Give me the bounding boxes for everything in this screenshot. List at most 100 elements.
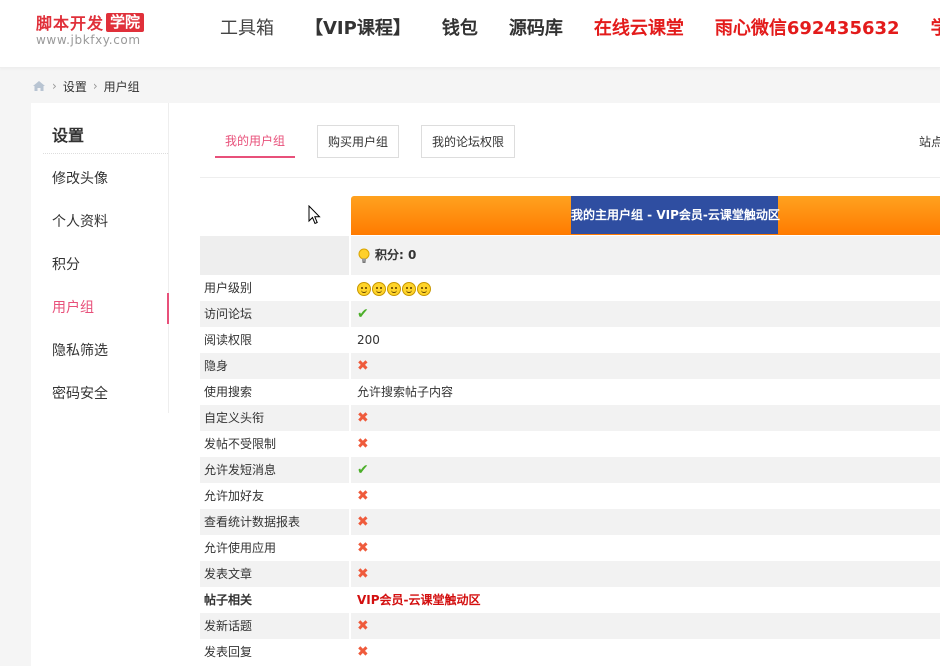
sidebar-item-5[interactable]: 密码安全	[43, 373, 168, 416]
row-value: ✖	[351, 405, 940, 431]
table-row: 允许发短消息 ✔	[200, 457, 940, 483]
tab-0[interactable]: 我的用户组	[215, 125, 296, 158]
tab-2[interactable]: 我的论坛权限	[421, 125, 516, 158]
points-text: 积分: 0	[375, 248, 417, 262]
sidebar-item-2[interactable]: 积分	[43, 244, 168, 287]
nav-item-4[interactable]: 在线云课堂	[594, 17, 684, 41]
cross-icon: ✖	[357, 540, 369, 556]
sidebar-item-1[interactable]: 个人资料	[43, 201, 168, 244]
nav-item-0[interactable]: 工具箱	[220, 17, 274, 41]
top-header: 脚本开发 学院 www.jbkfxy.com 工具箱 【VIP课程】 钱包 源码库 在线…	[0, 0, 940, 68]
sidebar-items: 修改头像 个人资料 积分 用户组 隐私筛选 密码安全	[43, 158, 169, 416]
points-label-cell	[200, 236, 349, 275]
sidebar-title: 设置	[43, 103, 168, 154]
table-row: 隐身 ✖	[200, 353, 940, 379]
breadcrumb-separator: ›	[52, 79, 57, 93]
logo-top: 脚本开发 学院	[36, 12, 145, 33]
sidebar-item-4[interactable]: 隐私筛选	[43, 330, 168, 373]
cross-icon: ✖	[357, 436, 369, 452]
row-label: 用户级别	[204, 281, 253, 295]
row-label: 帖子相关	[204, 593, 253, 607]
breadcrumb-usergroup[interactable]: 用户组	[104, 78, 140, 95]
table-row: 阅读权限 200	[200, 327, 940, 353]
row-label: 发表回复	[204, 645, 253, 659]
site-link[interactable]: 站点	[919, 133, 940, 150]
header-blank-cell	[200, 196, 349, 235]
logo-url: www.jbkfxy.com	[36, 33, 141, 47]
nav-item-1[interactable]: 【VIP课程】	[305, 17, 411, 41]
nav-item-3[interactable]: 源码库	[509, 17, 563, 41]
row-value: 200	[357, 333, 380, 347]
row-label: 隐身	[200, 353, 349, 379]
table-row: 使用搜索 允许搜索帖子内容	[200, 379, 940, 405]
smiley-icon	[417, 281, 431, 296]
row-value: ✖	[351, 431, 940, 457]
row-value: ✔	[351, 301, 940, 327]
cross-icon: ✖	[357, 644, 369, 660]
row-value: ✖	[351, 509, 940, 535]
row-label: 访问论坛	[200, 301, 349, 327]
sidebar-item-3[interactable]: 用户组	[43, 287, 169, 330]
smiley-icon	[402, 281, 416, 296]
nav-item-6[interactable]: 学院	[931, 17, 940, 41]
row-value: ✖	[351, 353, 940, 379]
logo-text: 脚本开发	[36, 14, 105, 33]
smiley-icon	[357, 281, 371, 296]
row-label: 允许加好友	[204, 489, 265, 503]
row-label: 阅读权限	[204, 333, 253, 347]
row-label: 发帖不受限制	[204, 437, 277, 451]
check-icon: ✔	[357, 462, 369, 478]
row-label: 使用搜索	[204, 385, 253, 399]
row-value	[351, 275, 940, 301]
smiley-icon	[372, 281, 386, 296]
permission-rows: 用户级别 访问论坛 ✔ 阅读权限 200 隐身 ✖ 使用搜索 允许搜索帖子内容 自定义头衔 ✖ 发帖不…	[200, 275, 940, 665]
table-row: 发帖不受限制 ✖	[200, 431, 940, 457]
points-row: 积分: 0	[200, 236, 940, 275]
check-icon: ✔	[357, 306, 369, 322]
tab-1[interactable]: 购买用户组	[317, 125, 400, 158]
row-value: ✖	[351, 613, 940, 639]
main-container: 设置 修改头像 个人资料 积分 用户组 隐私筛选 密码安全 我的用户组 购买用户组 我的论坛权…	[31, 103, 940, 666]
row-value: ✖	[351, 483, 940, 509]
cross-icon: ✖	[357, 514, 369, 530]
cross-icon: ✖	[357, 618, 369, 634]
table-row: 允许使用应用 ✖	[200, 535, 940, 561]
row-value: 允许搜索帖子内容	[357, 385, 454, 399]
row-label: 允许发短消息	[200, 457, 349, 483]
cross-icon: ✖	[357, 488, 369, 504]
table-row: 发表文章 ✖	[200, 561, 940, 587]
smiley-icon	[387, 281, 401, 296]
site-logo[interactable]: 脚本开发 学院 www.jbkfxy.com	[36, 12, 145, 47]
permissions-table: 我的主用户组 - VIP会员-云课堂触动区 积分: 0 用户级别访问论坛 ✔ 阅读权…	[200, 196, 940, 665]
row-value: ✖	[351, 639, 940, 665]
tab-divider	[200, 177, 940, 178]
sidebar: 设置 修改头像 个人资料 积分 用户组 隐私筛选 密码安全	[43, 103, 169, 413]
row-label: 发新话题	[200, 613, 349, 639]
table-row: 访问论坛 ✔	[200, 301, 940, 327]
row-label: 自定义头衔	[200, 405, 349, 431]
cross-icon: ✖	[357, 358, 369, 374]
row-value: ✔	[351, 457, 940, 483]
lightbulb-icon	[358, 248, 370, 263]
breadcrumb-settings[interactable]: 设置	[63, 78, 87, 95]
breadcrumb-separator: ›	[92, 79, 98, 93]
group-title: 我的主用户组 - VIP会员-云课堂触动区	[571, 196, 780, 234]
group-header-bar: 我的主用户组 - VIP会员-云课堂触动区	[351, 196, 940, 235]
table-row: 允许加好友 ✖	[200, 483, 940, 509]
sidebar-item-0[interactable]: 修改头像	[43, 158, 168, 201]
breadcrumb: › 设置 › 用户组	[32, 77, 140, 95]
table-row: 自定义头衔 ✖	[200, 405, 940, 431]
nav-item-2[interactable]: 钱包	[442, 17, 478, 41]
table-row: 查看统计数据报表 ✖	[200, 509, 940, 535]
logo-badge: 学院	[106, 12, 145, 32]
row-value: ✖	[351, 535, 940, 561]
nav-item-5[interactable]: 雨心微信692435632	[715, 17, 900, 41]
row-value: VIP会员-云课堂触动区	[357, 593, 481, 607]
table-row: 用户级别	[200, 275, 940, 301]
tab-bar: 我的用户组 购买用户组 我的论坛权限	[215, 125, 537, 158]
home-icon[interactable]	[32, 80, 46, 92]
row-label: 发表文章	[200, 561, 349, 587]
points-value-cell: 积分: 0	[351, 236, 940, 275]
table-row: 帖子相关 VIP会员-云课堂触动区	[200, 587, 940, 613]
mouse-cursor-icon	[308, 205, 321, 225]
